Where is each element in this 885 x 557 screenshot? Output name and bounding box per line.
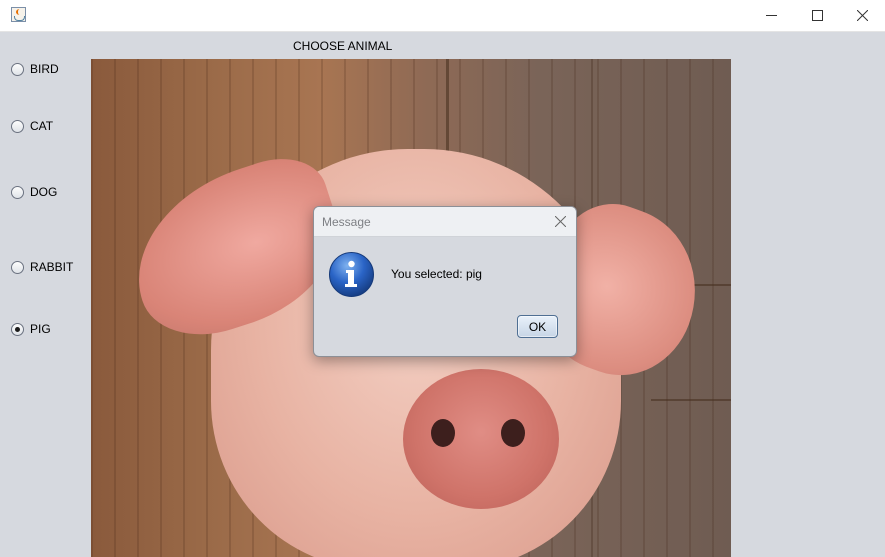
minimize-button[interactable] (748, 0, 794, 31)
radio-label: RABBIT (30, 260, 74, 274)
close-icon (554, 215, 566, 227)
dialog-close-button[interactable] (550, 211, 570, 231)
maximize-button[interactable] (794, 0, 840, 31)
radio-circle[interactable] (11, 260, 24, 274)
radio-label: PIG (30, 322, 51, 336)
radio-label: CAT (30, 119, 54, 133)
dialog-message: You selected: pig (391, 267, 482, 281)
radio-label: BIRD (30, 62, 59, 76)
dialog-titlebar: Message (314, 207, 576, 237)
radio-dog[interactable]: DOG (11, 184, 57, 200)
message-dialog: Message You selected: pig OK (313, 206, 577, 357)
dialog-title: Message (322, 215, 371, 229)
close-button[interactable] (839, 0, 885, 31)
radio-bird[interactable]: BIRD (11, 61, 59, 77)
radio-label: DOG (30, 185, 58, 199)
radio-circle[interactable] (11, 185, 24, 199)
radio-pig[interactable]: PIG (11, 321, 51, 337)
radio-circle[interactable] (11, 62, 24, 76)
minimize-icon (765, 15, 777, 16)
radio-circle[interactable] (11, 322, 24, 336)
java-cup-icon (11, 7, 26, 22)
info-icon (329, 252, 374, 297)
radio-circle[interactable] (11, 119, 24, 133)
ok-button[interactable]: OK (517, 315, 558, 338)
maximize-icon (811, 10, 823, 21)
window-titlebar (0, 0, 885, 32)
radio-cat[interactable]: CAT (11, 118, 53, 134)
choose-animal-heading: CHOOSE ANIMAL (293, 39, 393, 53)
radio-rabbit[interactable]: RABBIT (11, 259, 73, 275)
close-icon (856, 10, 868, 21)
